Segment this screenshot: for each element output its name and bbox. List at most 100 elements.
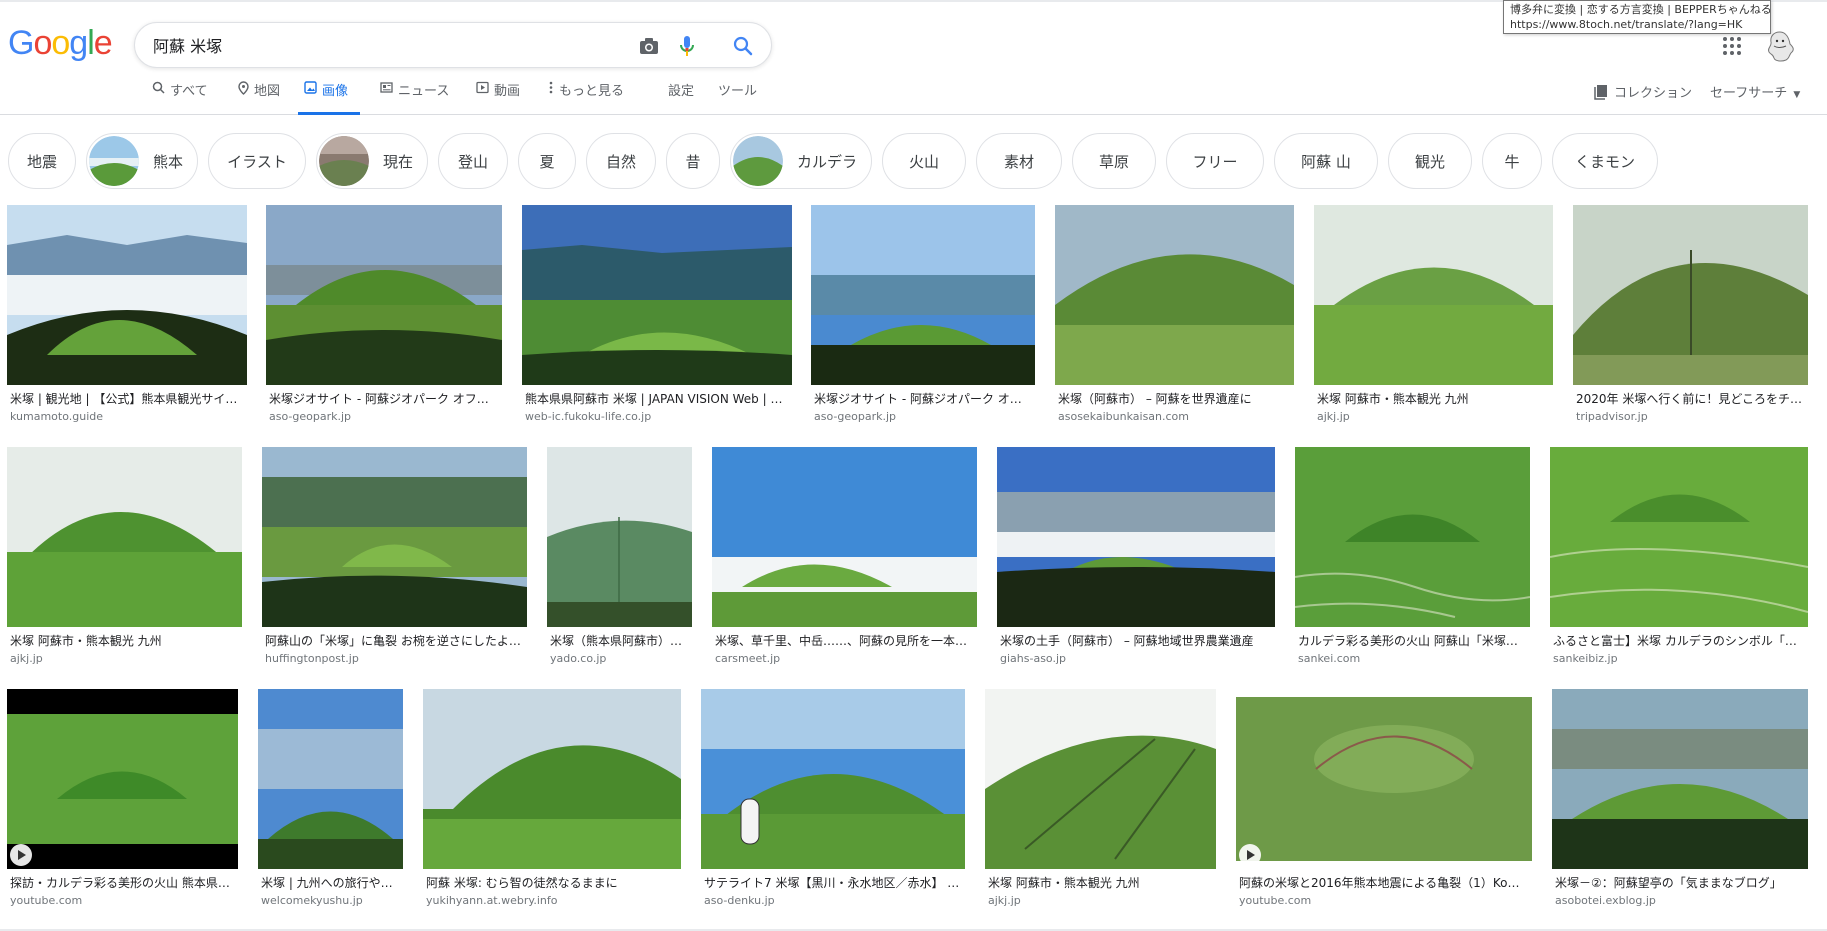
microphone-icon[interactable]: [675, 34, 699, 58]
result-image[interactable]: [997, 447, 1275, 627]
result-image[interactable]: [811, 205, 1035, 385]
image-result[interactable]: ふるさと富士】米塚 カルデラのシンボル「… sankeibiz.jp: [1550, 447, 1808, 667]
image-result[interactable]: 阿蘇 米塚: むら智の徒然なるままに yukihyann.at.webry.in…: [423, 689, 681, 909]
result-title[interactable]: 熊本県県阿蘇市 米塚 | JAPAN VISION Web | フ…: [525, 391, 791, 407]
image-result[interactable]: 米塚 阿蘇市・熊本観光 九州 ajkj.jp: [985, 689, 1216, 909]
image-result[interactable]: 米塚－②：阿蘇望亭の「気ままなブログ」 asobotei.exblog.jp: [1552, 689, 1808, 909]
tab-news[interactable]: ニュース: [380, 80, 449, 115]
result-image[interactable]: [547, 447, 692, 627]
result-image[interactable]: [712, 447, 977, 627]
result-title[interactable]: 米塚の土手（阿蘇市） – 阿蘇地域世界農業遺産: [1000, 633, 1274, 649]
result-source[interactable]: yukihyann.at.webry.info: [426, 894, 680, 908]
result-source[interactable]: asosekaibunkaisan.com: [1058, 410, 1293, 424]
image-result[interactable]: 米塚 阿蘇市・熊本観光 九州 ajkj.jp: [7, 447, 242, 667]
result-image[interactable]: [1550, 447, 1808, 627]
result-image[interactable]: [266, 205, 502, 385]
image-result[interactable]: 熊本県県阿蘇市 米塚 | JAPAN VISION Web | フ… web-i…: [522, 205, 792, 425]
image-result[interactable]: 阿蘇山の「米塚」に亀裂 お椀を逆さにしたよ… huffingtonpost.jp: [262, 447, 527, 667]
result-image[interactable]: [985, 689, 1216, 869]
result-image[interactable]: [1236, 689, 1532, 869]
image-result[interactable]: 米塚 阿蘇市・熊本観光 九州 ajkj.jp: [1314, 205, 1553, 425]
result-image[interactable]: [1314, 205, 1553, 385]
result-image[interactable]: [1573, 205, 1808, 385]
result-title[interactable]: 阿蘇山の「米塚」に亀裂 お椀を逆さにしたよ…: [265, 633, 526, 649]
image-result[interactable]: 米塚の土手（阿蘇市） – 阿蘇地域世界農業遺産 giahs-aso.jp: [997, 447, 1275, 667]
image-result[interactable]: カルデラ彩る美形の火山 阿蘇山「米塚… sankei.com: [1295, 447, 1530, 667]
image-result[interactable]: 2020年 米塚へ行く前に！見どころをチ… tripadvisor.jp: [1573, 205, 1808, 425]
result-image[interactable]: [262, 447, 527, 627]
result-title[interactable]: 2020年 米塚へ行く前に！見どころをチ…: [1576, 391, 1807, 407]
result-title[interactable]: サテライト7 米塚【黒川・永水地区／赤水】 …: [704, 875, 964, 891]
search-icon[interactable]: [731, 34, 755, 58]
result-title[interactable]: 米塚（熊本県阿蘇市）…: [550, 633, 691, 649]
chip[interactable]: 素材: [976, 133, 1062, 189]
result-title[interactable]: 阿蘇の米塚と2016年熊本地震による亀裂（1）Kom…: [1239, 875, 1531, 891]
result-title[interactable]: 阿蘇 米塚: むら智の徒然なるままに: [426, 875, 680, 891]
tab-images[interactable]: 画像: [298, 80, 360, 115]
camera-icon[interactable]: [637, 34, 661, 58]
chip[interactable]: 熊本: [86, 133, 198, 189]
result-image[interactable]: [1295, 447, 1530, 627]
image-result[interactable]: 米塚 | 九州への旅行や… welcomekyushu.jp: [258, 689, 403, 909]
result-source[interactable]: huffingtonpost.jp: [265, 652, 526, 666]
result-source[interactable]: sankei.com: [1298, 652, 1529, 666]
result-source[interactable]: tripadvisor.jp: [1576, 410, 1807, 424]
result-title[interactable]: 米塚－②：阿蘇望亭の「気ままなブログ」: [1555, 875, 1807, 891]
result-title[interactable]: カルデラ彩る美形の火山 阿蘇山「米塚…: [1298, 633, 1529, 649]
tab-videos[interactable]: 動画: [476, 80, 520, 115]
safesearch-dropdown[interactable]: セーフサーチ ▼: [1710, 82, 1800, 101]
image-result[interactable]: 探訪・カルデラ彩る美形の火山 熊本県… youtube.com: [7, 689, 238, 909]
result-title[interactable]: 米塚 阿蘇市・熊本観光 九州: [10, 633, 241, 649]
chip[interactable]: 夏: [518, 133, 576, 189]
tab-all[interactable]: すべて: [152, 80, 208, 115]
result-source[interactable]: welcomekyushu.jp: [261, 894, 402, 908]
result-source[interactable]: kumamoto.guide: [10, 410, 246, 424]
result-title[interactable]: 探訪・カルデラ彩る美形の火山 熊本県…: [10, 875, 237, 891]
chip[interactable]: 地震: [8, 133, 76, 189]
result-source[interactable]: ajkj.jp: [1317, 410, 1552, 424]
result-image[interactable]: [258, 689, 403, 869]
result-source[interactable]: youtube.com: [1239, 894, 1531, 908]
result-image[interactable]: [423, 689, 681, 869]
image-result[interactable]: サテライト7 米塚【黒川・永水地区／赤水】 … aso-denku.jp: [701, 689, 965, 909]
image-result[interactable]: 米塚 | 観光地 | 【公式】熊本県観光サイ… kumamoto.guide: [7, 205, 247, 425]
result-source[interactable]: yado.co.jp: [550, 652, 691, 666]
result-title[interactable]: ふるさと富士】米塚 カルデラのシンボル「…: [1553, 633, 1807, 649]
image-result[interactable]: 米塚ジオサイト - 阿蘇ジオパーク オ… aso-geopark.jp: [811, 205, 1035, 425]
settings-link[interactable]: 設定: [668, 80, 694, 115]
result-image[interactable]: [701, 689, 965, 869]
chip[interactable]: 自然: [586, 133, 656, 189]
result-title[interactable]: 米塚 | 観光地 | 【公式】熊本県観光サイ…: [10, 391, 246, 407]
result-source[interactable]: sankeibiz.jp: [1553, 652, 1807, 666]
result-image[interactable]: [522, 205, 792, 385]
apps-grid-icon[interactable]: [1722, 36, 1742, 56]
result-title[interactable]: 米塚、草千里、中岳……、阿蘇の見所を一本に…: [715, 633, 976, 649]
result-source[interactable]: aso-geopark.jp: [814, 410, 1034, 424]
tab-maps[interactable]: 地図: [238, 80, 280, 115]
chip[interactable]: 阿蘇 山: [1274, 133, 1378, 189]
result-source[interactable]: aso-denku.jp: [704, 894, 964, 908]
tab-more[interactable]: もっと見る: [548, 80, 624, 115]
result-title[interactable]: 米塚 阿蘇市・熊本観光 九州: [988, 875, 1215, 891]
image-result[interactable]: 阿蘇の米塚と2016年熊本地震による亀裂（1）Kom… youtube.com: [1236, 689, 1532, 909]
result-image[interactable]: [7, 205, 247, 385]
chip[interactable]: 草原: [1072, 133, 1156, 189]
result-source[interactable]: giahs-aso.jp: [1000, 652, 1274, 666]
result-image[interactable]: [1055, 205, 1294, 385]
image-result[interactable]: 米塚（阿蘇市） – 阿蘇を世界遺産に asosekaibunkaisan.com: [1055, 205, 1294, 425]
result-source[interactable]: ajkj.jp: [988, 894, 1215, 908]
result-image[interactable]: [7, 447, 242, 627]
result-source[interactable]: carsmeet.jp: [715, 652, 976, 666]
result-title[interactable]: 米塚 阿蘇市・熊本観光 九州: [1317, 391, 1552, 407]
collections-link[interactable]: コレクション: [1594, 82, 1692, 101]
result-title[interactable]: 米塚（阿蘇市） – 阿蘇を世界遺産に: [1058, 391, 1293, 407]
result-title[interactable]: 米塚 | 九州への旅行や…: [261, 875, 402, 891]
chip[interactable]: 火山: [882, 133, 966, 189]
result-source[interactable]: web-ic.fukoku-life.co.jp: [525, 410, 791, 424]
image-result[interactable]: 米塚ジオサイト - 阿蘇ジオパーク オフ… aso-geopark.jp: [266, 205, 502, 425]
tools-link[interactable]: ツール: [718, 80, 757, 115]
result-source[interactable]: aso-geopark.jp: [269, 410, 501, 424]
chip[interactable]: カルデラ: [730, 133, 872, 189]
google-logo[interactable]: Google: [8, 24, 113, 63]
result-image[interactable]: [1552, 689, 1808, 869]
